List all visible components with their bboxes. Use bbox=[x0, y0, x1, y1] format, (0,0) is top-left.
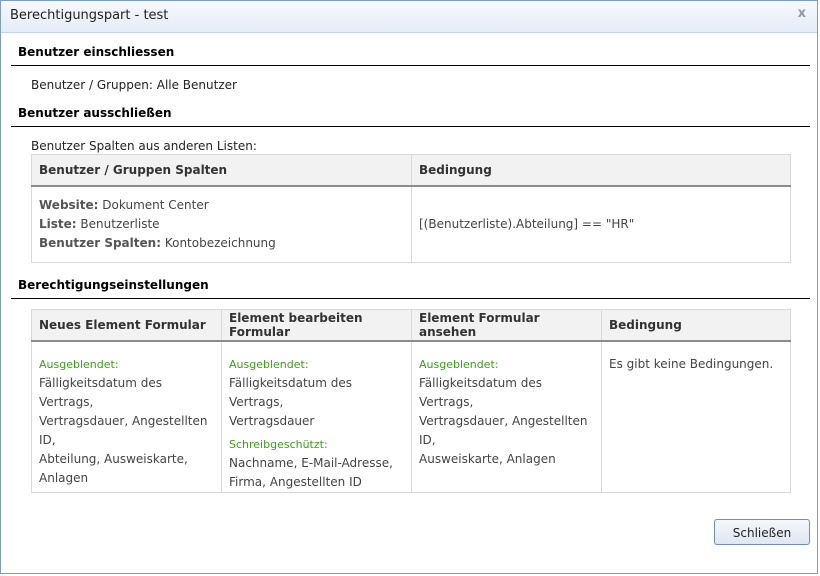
edit-form-hidden-fields: Vertragsdauer bbox=[229, 414, 315, 428]
new-form-hidden-label: Ausgeblendet: bbox=[39, 358, 119, 371]
close-button[interactable]: Schließen bbox=[714, 519, 810, 545]
exclude-heading: Benutzer ausschließen bbox=[18, 106, 172, 120]
table-row: Website: Dokument Center Liste: Benutzer… bbox=[31, 185, 791, 263]
user-columns-label: Benutzer Spalten: bbox=[39, 236, 161, 250]
settings-col-new-form: Neues Element Formular bbox=[31, 309, 222, 342]
settings-condition-text: Es gibt keine Bedingungen. bbox=[609, 357, 774, 371]
new-form-hidden-fields: Anlagen bbox=[39, 471, 89, 485]
new-form-hidden-fields: Vertragsdauer, Angestellten ID, bbox=[39, 414, 208, 447]
exclude-col-user-columns: Benutzer / Gruppen Spalten bbox=[31, 154, 412, 187]
include-divider bbox=[11, 65, 810, 66]
include-users-text: Benutzer / Gruppen: Alle Benutzer bbox=[31, 78, 237, 92]
view-form-cell: Ausgeblendet: Fälligkeitsdatum des Vertr… bbox=[411, 340, 602, 493]
view-form-hidden-fields: Vertragsdauer, Angestellten ID, bbox=[419, 414, 588, 447]
exclude-table: Benutzer / Gruppen Spalten Bedingung Web… bbox=[31, 154, 791, 263]
settings-heading: Berechtigungseinstellungen bbox=[18, 278, 209, 292]
edit-form-readonly-label: Schreibgeschützt: bbox=[229, 438, 328, 451]
edit-form-hidden-label: Ausgeblendet: bbox=[229, 358, 309, 371]
exclude-col-condition: Bedingung bbox=[411, 154, 791, 187]
view-form-hidden-fields: Ausweiskarte, Anlagen bbox=[419, 452, 556, 466]
new-form-hidden-fields: Fälligkeitsdatum des Vertrags, bbox=[39, 376, 163, 409]
user-columns-value: Kontobezeichnung bbox=[164, 236, 276, 250]
settings-col-view-form: Element Formular ansehen bbox=[411, 309, 602, 342]
new-form-cell: Ausgeblendet: Fälligkeitsdatum des Vertr… bbox=[31, 340, 222, 493]
website-label: Website: bbox=[39, 198, 99, 212]
website-value: Dokument Center bbox=[102, 198, 209, 212]
edit-form-readonly-fields: Nachname, E-Mail-Adresse, bbox=[229, 456, 393, 470]
dialog-titlebar: Berechtigungspart - test x bbox=[1, 1, 817, 33]
settings-col-edit-form: Element bearbeiten Formular bbox=[221, 309, 412, 342]
settings-divider bbox=[11, 298, 810, 299]
include-heading: Benutzer einschliessen bbox=[18, 45, 175, 59]
table-row: Ausgeblendet: Fälligkeitsdatum des Vertr… bbox=[31, 340, 791, 493]
exclude-user-columns-cell: Website: Dokument Center Liste: Benutzer… bbox=[31, 185, 412, 263]
exclude-intro-text: Benutzer Spalten aus anderen Listen: bbox=[31, 139, 257, 153]
dialog-title: Berechtigungspart - test bbox=[10, 8, 169, 23]
edit-form-cell: Ausgeblendet: Fälligkeitsdatum des Vertr… bbox=[221, 340, 412, 493]
list-value: Benutzerliste bbox=[80, 217, 160, 231]
edit-form-readonly-fields: Firma, Angestellten ID bbox=[229, 475, 362, 489]
exclude-divider bbox=[11, 126, 810, 127]
edit-form-hidden-fields: Fälligkeitsdatum des Vertrags, bbox=[229, 376, 353, 409]
new-form-hidden-fields: Abteilung, Ausweiskarte, bbox=[39, 452, 188, 466]
settings-condition-cell: Es gibt keine Bedingungen. bbox=[601, 340, 791, 493]
exclude-condition-cell: [(Benutzerliste).Abteilung] == "HR" bbox=[411, 185, 791, 263]
close-icon[interactable]: x bbox=[798, 6, 806, 21]
list-label: Liste: bbox=[39, 217, 77, 231]
permission-dialog: Berechtigungspart - test x Benutzer eins… bbox=[0, 0, 818, 574]
settings-col-condition: Bedingung bbox=[601, 309, 791, 342]
view-form-hidden-label: Ausgeblendet: bbox=[419, 358, 499, 371]
view-form-hidden-fields: Fälligkeitsdatum des Vertrags, bbox=[419, 376, 543, 409]
settings-table: Neues Element Formular Element bearbeite… bbox=[31, 309, 791, 493]
